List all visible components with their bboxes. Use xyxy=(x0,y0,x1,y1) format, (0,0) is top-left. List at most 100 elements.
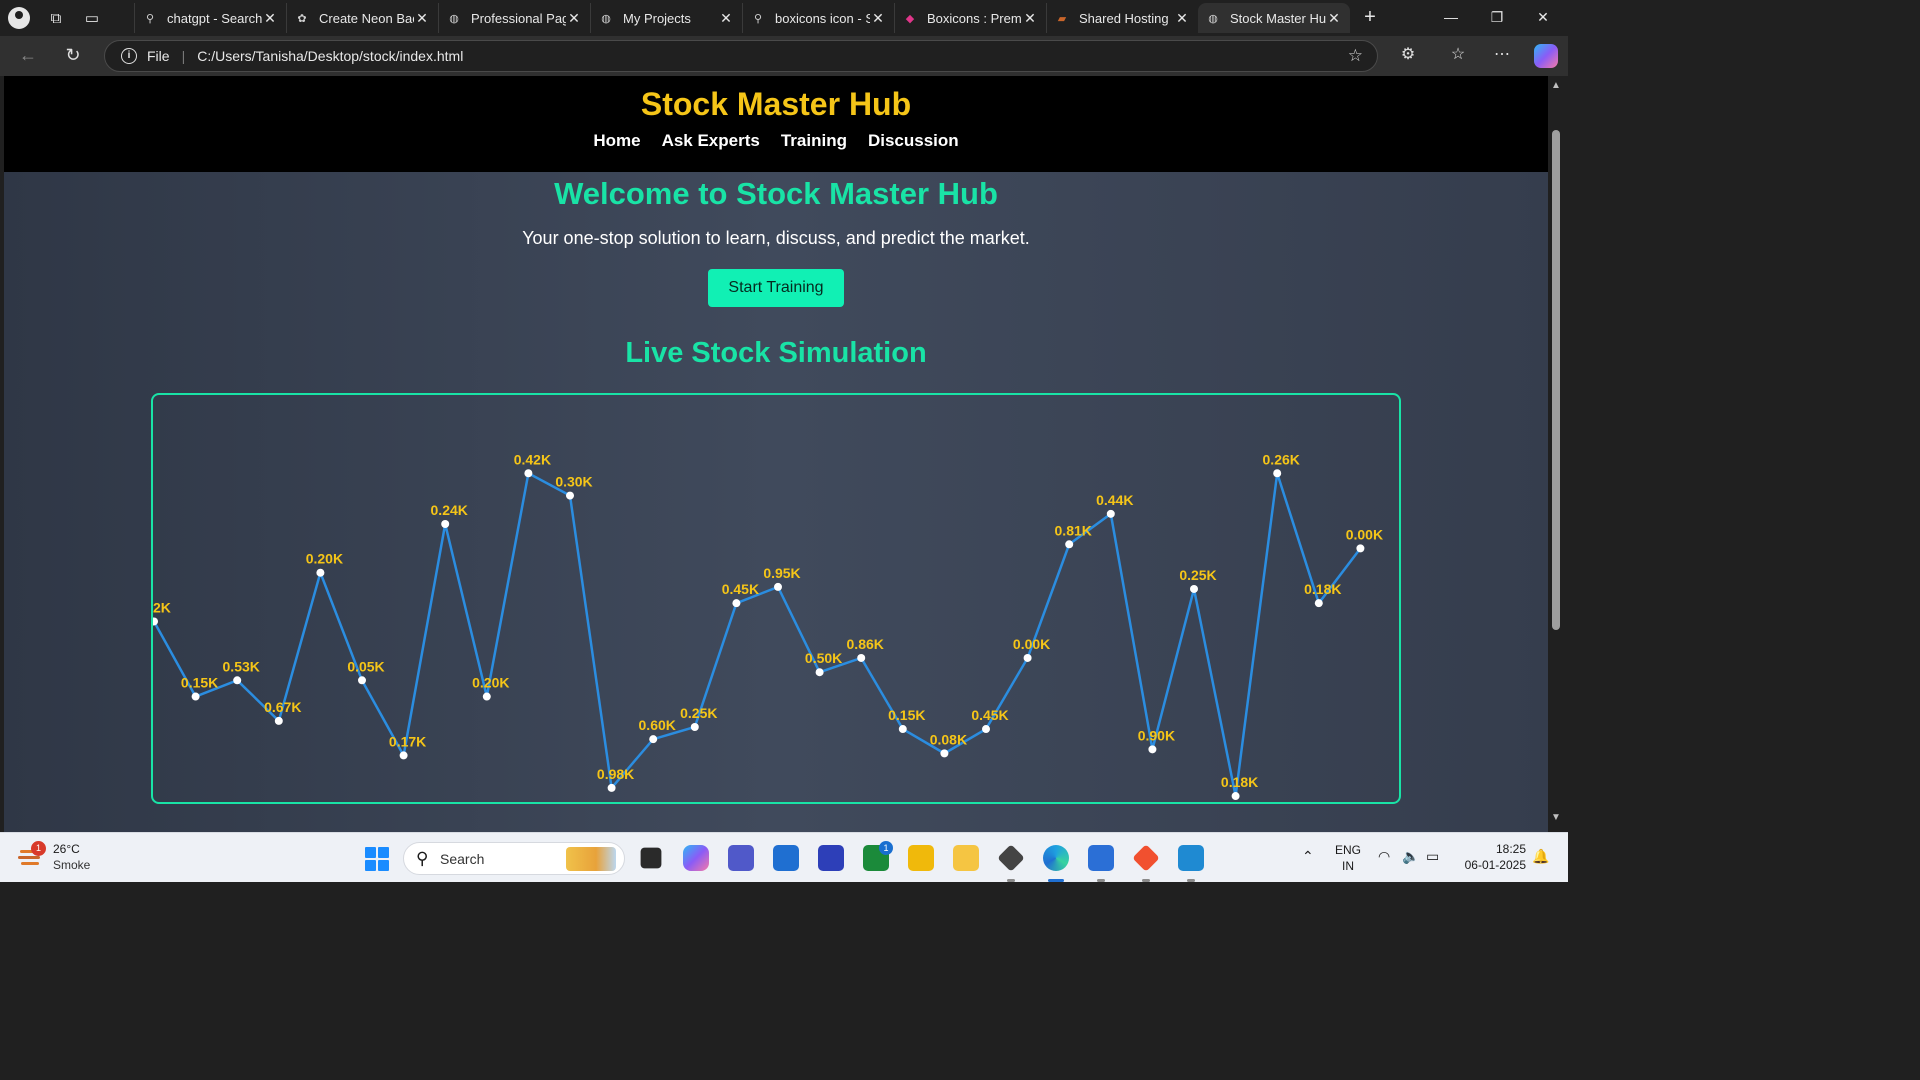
close-tab-icon[interactable]: ✕ xyxy=(870,10,886,27)
scroll-thumb[interactable] xyxy=(1552,130,1560,630)
volume-icon[interactable]: 🔈 xyxy=(1402,848,1419,865)
browser-tab-title: Boxicons : Premi xyxy=(927,10,1022,26)
minimize-button[interactable]: — xyxy=(1428,0,1474,36)
price-label: 0.26K xyxy=(1263,451,1300,467)
weather-badge: 1 xyxy=(31,841,46,856)
nav-training-link[interactable]: Training xyxy=(781,131,847,151)
start-icon[interactable] xyxy=(365,847,389,871)
restore-button[interactable]: ❐ xyxy=(1474,0,1520,36)
new-tab-button[interactable]: + xyxy=(1358,4,1382,32)
teams-icon[interactable] xyxy=(728,845,754,871)
copilot-app-icon[interactable] xyxy=(683,845,709,871)
language-code[interactable]: ENG xyxy=(1332,843,1364,857)
browser-tab[interactable]: ▰ Shared Hosting ✕ xyxy=(1046,3,1198,33)
battery-icon[interactable]: ▭ xyxy=(1426,848,1439,865)
price-label: 0.53K xyxy=(223,658,260,674)
browser-tab-title: My Projects xyxy=(623,10,691,26)
url-text[interactable]: C:/Users/Tanisha/Desktop/stock/index.htm… xyxy=(197,48,463,64)
price-point xyxy=(1148,745,1157,754)
unity-icon[interactable] xyxy=(997,844,1025,872)
close-tab-icon[interactable]: ✕ xyxy=(1022,10,1038,27)
back-button[interactable]: ← xyxy=(16,44,40,68)
page-viewport: Stock Master Hub Home Ask Experts Traini… xyxy=(4,76,1548,832)
nav-ask-experts-link[interactable]: Ask Experts xyxy=(662,131,760,151)
price-point xyxy=(274,716,283,725)
browser-tab[interactable]: ⚲ boxicons icon - S ✕ xyxy=(742,3,894,33)
browser-tab[interactable]: ◆ Boxicons : Premi ✕ xyxy=(894,3,1046,33)
language-region[interactable]: IN xyxy=(1332,859,1364,873)
weather-temperature[interactable]: 26°C xyxy=(53,842,80,856)
power-automate-icon[interactable] xyxy=(1088,845,1114,871)
scroll-down-arrow[interactable]: ▼ xyxy=(1551,812,1561,823)
profile-icon[interactable] xyxy=(8,7,30,29)
close-tab-icon[interactable]: ✕ xyxy=(414,10,430,27)
price-label: 0.67K xyxy=(264,699,301,715)
favorite-star-icon[interactable]: ☆ xyxy=(1348,46,1363,66)
weather-description[interactable]: Smoke xyxy=(53,858,90,872)
git-icon[interactable] xyxy=(1132,844,1160,872)
price-label: 0.81K xyxy=(1055,522,1092,538)
notification-badge: 1 xyxy=(879,841,893,855)
browser-tab[interactable]: ◍ Stock Master Hu ✕ xyxy=(1198,3,1350,33)
scroll-up-arrow[interactable]: ▲ xyxy=(1551,80,1561,91)
browser-tab[interactable]: ◍ Professional Pag ✕ xyxy=(438,3,590,33)
browser-tab[interactable]: ◍ My Projects ✕ xyxy=(590,3,742,33)
price-point xyxy=(153,617,158,626)
chevron-up-icon[interactable]: ⌃ xyxy=(1302,848,1314,865)
extensions-icon[interactable]: ⚙ xyxy=(1396,44,1420,68)
price-point xyxy=(690,723,699,731)
simulation-title: Live Stock Simulation xyxy=(625,337,927,369)
browser-tab[interactable]: ✿ Create Neon Bac ✕ xyxy=(286,3,438,33)
close-tab-icon[interactable]: ✕ xyxy=(262,10,278,27)
price-label: 0.05K xyxy=(347,658,384,674)
price-line xyxy=(153,471,1362,797)
close-tab-icon[interactable]: ✕ xyxy=(566,10,582,27)
price-point xyxy=(1273,469,1282,478)
binance-icon[interactable] xyxy=(908,845,934,871)
clock-date[interactable]: 06-01-2025 xyxy=(1452,858,1526,872)
info-icon[interactable]: i xyxy=(121,48,137,64)
url-field[interactable]: i File | C:/Users/Tanisha/Desktop/stock/… xyxy=(104,40,1378,72)
tab-actions-icon[interactable]: ▭ xyxy=(74,0,110,36)
close-tab-icon[interactable]: ✕ xyxy=(1326,10,1342,27)
file-explorer-icon[interactable] xyxy=(953,845,979,871)
price-point xyxy=(857,653,866,662)
close-tab-icon[interactable]: ✕ xyxy=(718,10,734,27)
workspaces-icon[interactable]: ⧉ xyxy=(38,0,74,36)
editor-icon[interactable] xyxy=(818,845,844,871)
task-view-icon[interactable] xyxy=(640,847,662,869)
price-point xyxy=(316,568,325,577)
price-label: 0.20K xyxy=(306,551,343,567)
hero-title: Welcome to Stock Master Hub xyxy=(554,176,998,211)
price-label: 0.18K xyxy=(1304,581,1341,597)
running-indicator xyxy=(1187,879,1195,882)
copilot-icon[interactable] xyxy=(1534,44,1558,68)
favorites-icon[interactable]: ☆ xyxy=(1446,44,1470,68)
price-label: 52K xyxy=(153,599,171,615)
browser-tab-title: Stock Master Hu xyxy=(1230,10,1326,26)
store-icon[interactable] xyxy=(773,845,799,871)
browser-tab-bar: ⧉ ▭ ⚲ chatgpt - Search ✕ ✿ Create Neon Bac ✕ ◍… xyxy=(0,0,1568,36)
vscode-icon[interactable] xyxy=(1178,845,1204,871)
nav-discussion-link[interactable]: Discussion xyxy=(868,131,959,151)
close-tab-icon[interactable]: ✕ xyxy=(1174,10,1190,27)
price-label: 0.30K xyxy=(555,474,592,490)
start-training-button[interactable]: Start Training xyxy=(708,269,844,307)
refresh-button[interactable]: ↻ xyxy=(61,44,85,68)
close-window-button[interactable]: ✕ xyxy=(1520,0,1566,36)
more-menu-icon[interactable]: ⋯ xyxy=(1490,44,1514,68)
running-indicator xyxy=(1142,879,1150,882)
wifi-icon[interactable]: ◠ xyxy=(1378,848,1390,865)
price-point xyxy=(1106,509,1115,518)
edge-icon[interactable] xyxy=(1043,845,1069,871)
price-label: 0.20K xyxy=(472,675,509,691)
price-label: 0.24K xyxy=(431,502,468,518)
browser-tab[interactable]: ⚲ chatgpt - Search ✕ xyxy=(134,3,286,33)
clock-time[interactable]: 18:25 xyxy=(1456,842,1526,856)
notification-bell-icon[interactable]: 🔔 xyxy=(1532,848,1549,865)
page-scrollbar[interactable]: ▲ ▼ xyxy=(1548,76,1568,832)
taskbar-search[interactable]: ⚲ Search xyxy=(403,842,625,875)
tab-strip: ⚲ chatgpt - Search ✕ ✿ Create Neon Bac ✕ ◍ Prof… xyxy=(134,3,1350,33)
nav-home-link[interactable]: Home xyxy=(593,131,640,151)
price-point xyxy=(1356,544,1365,553)
